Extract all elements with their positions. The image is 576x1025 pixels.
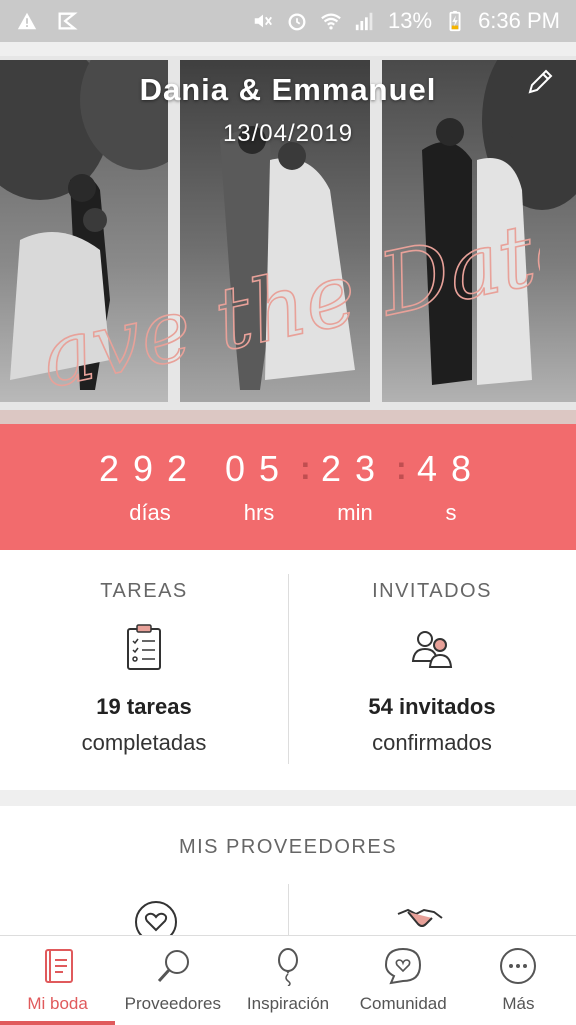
nav-label-inspiracion: Inspiración [246, 994, 330, 1013]
photo-panel-center [180, 60, 370, 402]
signal-icon [355, 12, 373, 31]
warning-icon [17, 12, 37, 30]
clock: 6:36 PM [478, 8, 560, 33]
guests-sub: confirmados [372, 730, 492, 755]
battery-percent: 13% [388, 8, 433, 33]
summary-cards: TAREAS 19 tareas completadas INVITADOS 5… [0, 550, 576, 790]
more-dots-icon [500, 948, 537, 984]
seconds-label: s [445, 500, 457, 525]
couple-name: Dania & Emmanuel [139, 72, 437, 107]
countdown-seconds: 48 s [412, 448, 490, 526]
chat-heart-icon [385, 947, 422, 985]
guests-title: INVITADOS [372, 580, 492, 602]
mute-icon [254, 14, 272, 28]
notification-app-icon [58, 12, 78, 30]
nav-item-inspiracion[interactable]: Inspiración [230, 936, 345, 1025]
providers-divider [288, 884, 289, 936]
nav-item-mas[interactable]: Más [461, 936, 576, 1025]
tasks-count: 19 tareas [96, 694, 192, 719]
days-value: 292 [98, 448, 202, 489]
nav-label-comunidad: Comunidad [359, 994, 447, 1013]
wifi-icon [321, 13, 341, 30]
nav-item-mi-boda[interactable]: Mi boda [0, 936, 115, 1025]
guests-count: 54 invitados [368, 694, 496, 719]
seconds-value: 48 [416, 448, 486, 489]
countdown-banner: 292 días 05 hrs : 23 min : 48 s [0, 424, 576, 550]
alarm-icon [288, 13, 306, 31]
photo-panel-right [382, 60, 576, 402]
tasks-card[interactable]: TAREAS 19 tareas completadas [0, 550, 288, 790]
planner-book-icon [44, 949, 73, 983]
nav-label-proveedores: Proveedores [124, 994, 221, 1013]
wedding-date: 13/04/2019 [222, 120, 354, 147]
tasks-title: TAREAS [100, 580, 188, 602]
nav-active-indicator [0, 1021, 115, 1025]
magnifier-icon [157, 950, 189, 983]
bottom-navigation: Mi boda Proveedores Inspiración Comunida… [0, 935, 576, 1025]
countdown-minutes: 23 min [316, 448, 394, 526]
nav-item-proveedores[interactable]: Proveedores [115, 936, 230, 1025]
minutes-value: 23 [320, 448, 390, 489]
guests-icon [411, 631, 453, 668]
nav-label-mas: Más [502, 994, 535, 1013]
section-separator [0, 790, 576, 806]
providers-section: MIS PROVEEDORES [0, 806, 576, 936]
photo-panel-left [0, 60, 168, 402]
providers-title: MIS PROVEEDORES [178, 836, 398, 858]
header-spacer [0, 42, 576, 56]
hero-divider [0, 410, 576, 424]
save-the-date-photo[interactable]: Save the Date Dania & Emmanuel 13/04/201… [0, 56, 576, 410]
handshake-icon[interactable] [396, 898, 444, 936]
balloon-icon [278, 948, 298, 986]
checklist-icon [127, 624, 161, 670]
countdown-hours: 05 hrs [220, 448, 298, 526]
countdown-separator: : [300, 450, 311, 486]
guests-card[interactable]: INVITADOS 54 invitados confirmados [288, 550, 576, 790]
status-bar: 13% 6:36 PM [0, 0, 576, 42]
countdown-days: 292 días [95, 448, 205, 526]
hours-label: hrs [243, 500, 275, 525]
nav-item-comunidad[interactable]: Comunidad [346, 936, 461, 1025]
hours-value: 05 [224, 448, 294, 489]
tasks-sub: completadas [81, 730, 207, 755]
countdown-separator: : [396, 450, 407, 486]
minutes-label: min [337, 500, 373, 525]
edit-pencil-icon[interactable] [524, 66, 556, 98]
days-label: días [129, 500, 171, 525]
nav-label-mi-boda: Mi boda [27, 994, 88, 1013]
heart-circle-icon[interactable] [132, 898, 180, 936]
battery-charging-icon [449, 10, 461, 32]
